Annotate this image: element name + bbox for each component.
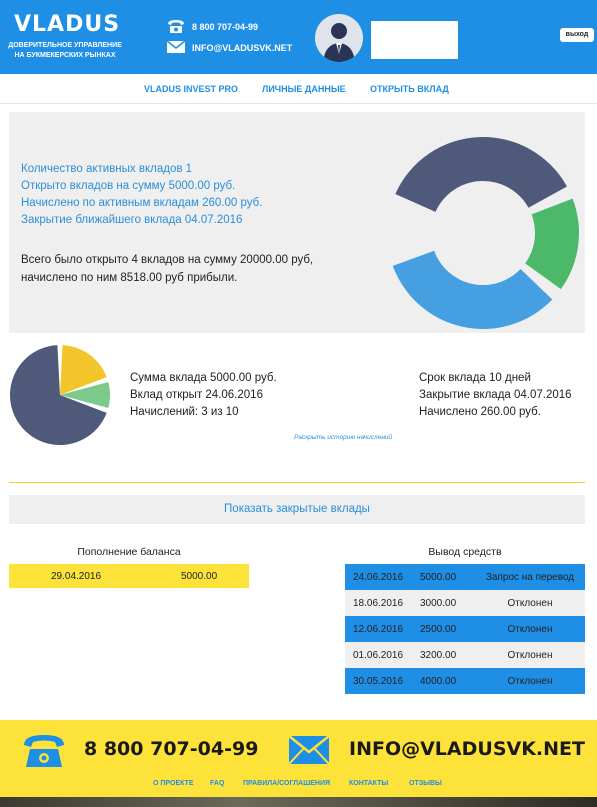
opened-sum: Открыто вкладов на сумму 5000.00 руб. (21, 180, 236, 192)
main-nav: VLADUS INVEST PRO ЛИЧНЫЕ ДАННЫЕ ОТКРЫТЬ … (0, 74, 597, 104)
user-silhouette-icon (315, 14, 363, 62)
table-row: 30.05.2016 4000.00 Отклонен (345, 668, 585, 694)
withdrawal-amount: 5000.00 (420, 572, 457, 583)
deposit-accruals: Начислений: 3 из 10 (130, 406, 239, 418)
withdrawal-status: Отклонен (507, 598, 553, 609)
deposit-opened: Вклад открыт 24.06.2016 (130, 389, 263, 401)
total-line-2: начислено по ним 8518.00 руб прибыли. (21, 272, 238, 284)
footer-link-contacts[interactable]: КОНТАКТЫ (349, 780, 388, 787)
section-divider (9, 482, 585, 483)
accrual-history-link[interactable]: Раскрыть историю начислений (294, 434, 392, 441)
topup-date: 29.04.2016 (51, 571, 102, 582)
total-line-1: Всего было открыто 4 вкладов на сумму 20… (21, 254, 314, 266)
withdrawal-status: Отклонен (507, 676, 553, 687)
topup-amount: 5000.00 (181, 571, 218, 582)
accrued-active: Начислено по активным вкладам 260.00 руб… (21, 197, 263, 209)
table-row: 18.06.2016 3000.00 Отклонен (345, 590, 585, 616)
footer: 8 800 707-04-99 INFO@VLADUSVK.NET О ПРОЕ… (0, 720, 597, 807)
user-avatar[interactable] (315, 14, 363, 62)
deposit-pie-chart (10, 345, 110, 445)
footer-email[interactable]: INFO@VLADUSVK.NET (349, 738, 585, 760)
summary-donut-chart (392, 137, 579, 330)
table-row: 12.06.2016 2500.00 Отклонен (345, 616, 585, 642)
footer-phone[interactable]: 8 800 707-04-99 (84, 738, 258, 760)
withdrawal-date: 30.05.2016 (353, 676, 404, 687)
withdrawal-status: Запрос на перевод (485, 572, 575, 583)
summary-panel: Количество активных вкладов 1 Открыто вк… (9, 112, 585, 333)
nearest-close: Закрытие ближайшего вклада 04.07.2016 (21, 214, 243, 226)
withdrawal-amount: 2500.00 (420, 624, 457, 635)
logout-button[interactable]: выход (560, 28, 594, 42)
table-row: 24.06.2016 5000.00 Запрос на перевод (345, 564, 585, 590)
site-tagline: ДОВЕРИТЕЛЬНОЕ УПРАВЛЕНИЕ НА БУКМЕКЕРСКИХ… (8, 42, 122, 59)
header-bar: VLADUS ДОВЕРИТЕЛЬНОЕ УПРАВЛЕНИЕ НА БУКМЕ… (0, 0, 597, 74)
background-strip (0, 797, 597, 807)
deposit-closing: Закрытие вклада 04.07.2016 (419, 389, 572, 401)
footer-link-reviews[interactable]: ОТЗЫВЫ (409, 780, 442, 787)
active-count: Количество активных вкладов 1 (21, 163, 193, 175)
withdrawals-title: Вывод средств (428, 546, 502, 558)
phone-icon (24, 735, 64, 767)
deposit-amount: Сумма вклада 5000.00 руб. (130, 372, 277, 384)
table-row: 29.04.2016 5000.00 (9, 564, 249, 588)
footer-link-about[interactable]: О ПРОЕКТЕ (153, 780, 194, 787)
phone-icon (168, 20, 184, 33)
footer-link-faq[interactable]: FAQ (210, 780, 224, 787)
site-logo[interactable]: VLADUS (14, 12, 120, 37)
deposit-accrued: Начислено 260.00 руб. (419, 406, 541, 418)
withdrawal-date: 18.06.2016 (353, 598, 404, 609)
withdrawal-date: 24.06.2016 (353, 572, 404, 583)
withdrawal-status: Отклонен (507, 650, 553, 661)
mail-icon (288, 735, 330, 765)
withdrawal-amount: 4000.00 (420, 676, 457, 687)
withdrawal-date: 01.06.2016 (353, 650, 404, 661)
deposit-term: Срок вклада 10 дней (419, 372, 531, 384)
header-email[interactable]: INFO@VLADUSVK.NET (192, 43, 292, 53)
nav-invest-pro[interactable]: VLADUS INVEST PRO (144, 84, 238, 94)
header-phone[interactable]: 8 800 707-04-99 (192, 22, 258, 32)
balance-topups-title: Пополнение баланса (77, 546, 181, 558)
footer-link-rules[interactable]: ПРАВИЛА/СОГЛАШЕНИЯ (243, 780, 330, 787)
withdrawal-amount: 3000.00 (420, 598, 457, 609)
withdrawal-amount: 3200.00 (420, 650, 457, 661)
withdrawal-status: Отклонен (507, 624, 553, 635)
mail-icon (166, 40, 186, 53)
user-name-box (371, 21, 458, 59)
donut-segment-1 (525, 198, 579, 290)
nav-open-deposit[interactable]: ОТКРЫТЬ ВКЛАД (370, 84, 449, 94)
withdrawal-date: 12.06.2016 (353, 624, 404, 635)
nav-personal-data[interactable]: ЛИЧНЫЕ ДАННЫЕ (262, 84, 346, 94)
donut-segment-0 (395, 137, 567, 212)
table-row: 01.06.2016 3200.00 Отклонен (345, 642, 585, 668)
show-closed-deposits-button[interactable]: Показать закрытые вклады (9, 495, 585, 524)
